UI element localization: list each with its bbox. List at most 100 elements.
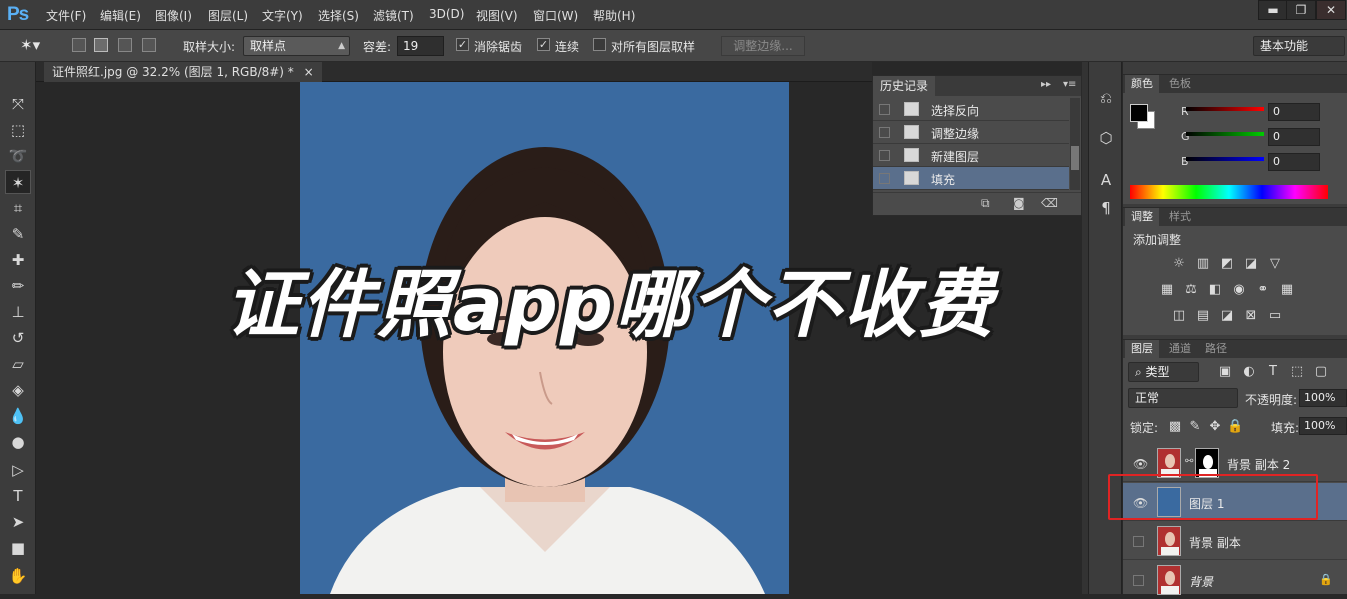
menu-select[interactable]: 选择(S)	[318, 7, 359, 24]
color-balance-icon[interactable]: ⚖	[1183, 282, 1199, 298]
eyedropper-tool-icon[interactable]: ✎	[5, 222, 31, 246]
antialias-checkbox[interactable]: ✓	[456, 38, 469, 51]
curves-icon[interactable]: ◩	[1219, 256, 1235, 272]
subtract-selection-icon[interactable]	[118, 38, 132, 52]
refine-edge-button[interactable]: 调整边缘...	[721, 36, 805, 56]
tab-layers[interactable]: 图层	[1125, 340, 1159, 358]
filter-adjustment-icon[interactable]: ◐	[1241, 364, 1257, 380]
visibility-toggle[interactable]	[1133, 536, 1144, 547]
workspace-select[interactable]: 基本功能	[1253, 36, 1345, 56]
history-scrollbar[interactable]	[1070, 98, 1080, 190]
history-item[interactable]: 选择反向	[873, 98, 1069, 121]
trash-icon[interactable]: ⌫	[1041, 196, 1058, 210]
menu-layer[interactable]: 图层(L)	[208, 7, 248, 24]
blur-tool-icon[interactable]: 💧	[5, 404, 31, 428]
blue-value-input[interactable]: 0	[1268, 153, 1320, 171]
dodge-tool-icon[interactable]: ●	[5, 430, 31, 454]
threshold-icon[interactable]: ◪	[1219, 308, 1235, 324]
clone-stamp-tool-icon[interactable]: ⊥	[5, 300, 31, 324]
posterize-icon[interactable]: ▤	[1195, 308, 1211, 324]
levels-icon[interactable]: ▥	[1195, 256, 1211, 272]
add-selection-icon[interactable]	[94, 38, 108, 52]
tab-channels[interactable]: 通道	[1163, 340, 1197, 358]
filter-smart-object-icon[interactable]: ▢	[1313, 364, 1329, 380]
menu-window[interactable]: 窗口(W)	[533, 7, 578, 24]
minimize-button[interactable]: ▬	[1258, 0, 1288, 20]
red-slider[interactable]	[1186, 107, 1264, 111]
all-layers-checkbox[interactable]	[593, 38, 606, 51]
history-item[interactable]: 新建图层	[873, 144, 1069, 167]
filter-type-icon[interactable]: T	[1265, 364, 1281, 380]
visibility-toggle[interactable]	[1133, 575, 1144, 586]
fill-input[interactable]: 100%	[1299, 417, 1347, 435]
red-value-input[interactable]: 0	[1268, 103, 1320, 121]
magic-wand-icon[interactable]: ✶▾	[20, 36, 40, 54]
magic-wand-tool-icon[interactable]: ✶	[5, 170, 31, 194]
contiguous-checkbox[interactable]: ✓	[537, 38, 550, 51]
green-slider[interactable]	[1186, 132, 1264, 136]
color-lookup-icon[interactable]: ▦	[1279, 282, 1295, 298]
hand-tool-icon[interactable]: ✋	[5, 564, 31, 588]
collapse-icon[interactable]: ▸▸	[1041, 79, 1051, 90]
history-item[interactable]: 调整边缘	[873, 121, 1069, 144]
3d-panel-icon[interactable]: ⬡	[1093, 126, 1119, 150]
history-checkbox[interactable]	[879, 150, 890, 161]
menu-type[interactable]: 文字(Y)	[262, 7, 303, 24]
opacity-input[interactable]: 100%	[1299, 389, 1347, 407]
move-tool-icon[interactable]: ⤧	[5, 92, 31, 116]
tab-adjustments[interactable]: 调整	[1125, 208, 1159, 226]
menu-help[interactable]: 帮助(H)	[593, 7, 635, 24]
intersect-selection-icon[interactable]	[142, 38, 156, 52]
sample-size-select[interactable]: 取样点 ▲	[243, 36, 350, 56]
menu-filter[interactable]: 滤镜(T)	[373, 7, 414, 24]
history-brush-tool-icon[interactable]: ↺	[5, 326, 31, 350]
brush-tool-icon[interactable]: ✏	[5, 274, 31, 298]
menu-image[interactable]: 图像(I)	[155, 7, 192, 24]
character-panel-icon[interactable]: A	[1093, 168, 1119, 192]
path-selection-tool-icon[interactable]: ➤	[5, 510, 31, 534]
menu-file[interactable]: 文件(F)	[46, 7, 86, 24]
paint-bucket-tool-icon[interactable]: ◈	[5, 378, 31, 402]
menu-view[interactable]: 视图(V)	[476, 7, 518, 24]
lock-transparent-icon[interactable]: ▩	[1167, 419, 1183, 435]
green-value-input[interactable]: 0	[1268, 128, 1320, 146]
paragraph-panel-icon[interactable]: ¶	[1093, 196, 1119, 220]
snapshot-icon[interactable]: ◙	[1013, 196, 1025, 210]
tab-swatches[interactable]: 色板	[1163, 75, 1197, 93]
blend-mode-select[interactable]: 正常	[1128, 388, 1238, 408]
restore-button[interactable]: ❐	[1286, 0, 1316, 20]
eye-icon[interactable]: 👁	[1133, 457, 1148, 471]
history-panel-icon[interactable]: ⎌	[1093, 86, 1119, 110]
exposure-icon[interactable]: ◪	[1243, 256, 1259, 272]
history-checkbox[interactable]	[879, 127, 890, 138]
filter-shape-icon[interactable]: ⬚	[1289, 364, 1305, 380]
rectangle-tool-icon[interactable]: ■	[5, 536, 31, 560]
tab-color[interactable]: 颜色	[1125, 75, 1159, 93]
healing-brush-tool-icon[interactable]: ✚	[5, 248, 31, 272]
filter-pixel-icon[interactable]: ▣	[1217, 364, 1233, 380]
lasso-tool-icon[interactable]: ➰	[5, 144, 31, 168]
crop-tool-icon[interactable]: ⌗	[5, 196, 31, 220]
blue-slider[interactable]	[1186, 157, 1264, 161]
history-checkbox[interactable]	[879, 173, 890, 184]
brightness-icon[interactable]: ☼	[1171, 256, 1187, 272]
photo-filter-icon[interactable]: ◉	[1231, 282, 1247, 298]
channel-mixer-icon[interactable]: ⚭	[1255, 282, 1271, 298]
new-selection-icon[interactable]	[72, 38, 86, 52]
selective-color-icon[interactable]: ⊠	[1243, 308, 1259, 324]
history-item-active[interactable]: 填充	[873, 167, 1069, 190]
document-tab[interactable]: 证件照红.jpg @ 32.2% (图层 1, RGB/8#) * ×	[44, 62, 322, 82]
hue-saturation-icon[interactable]: ▦	[1159, 282, 1175, 298]
lock-all-icon[interactable]: 🔒	[1227, 419, 1243, 435]
panel-menu-icon[interactable]: ▾≡	[1063, 79, 1076, 90]
new-document-icon[interactable]: ⧉	[981, 196, 990, 211]
layer-row[interactable]: 背景 副本	[1123, 522, 1347, 560]
history-tab[interactable]: 历史记录	[873, 76, 936, 96]
marquee-tool-icon[interactable]: ⬚	[5, 118, 31, 142]
menu-edit[interactable]: 编辑(E)	[100, 7, 141, 24]
tolerance-input[interactable]: 19	[397, 36, 444, 56]
lock-pixels-icon[interactable]: ✎	[1187, 419, 1203, 435]
document-close-icon[interactable]: ×	[304, 65, 314, 79]
layer-row[interactable]: 背景 🔒	[1123, 561, 1347, 599]
vibrance-icon[interactable]: ▽	[1267, 256, 1283, 272]
